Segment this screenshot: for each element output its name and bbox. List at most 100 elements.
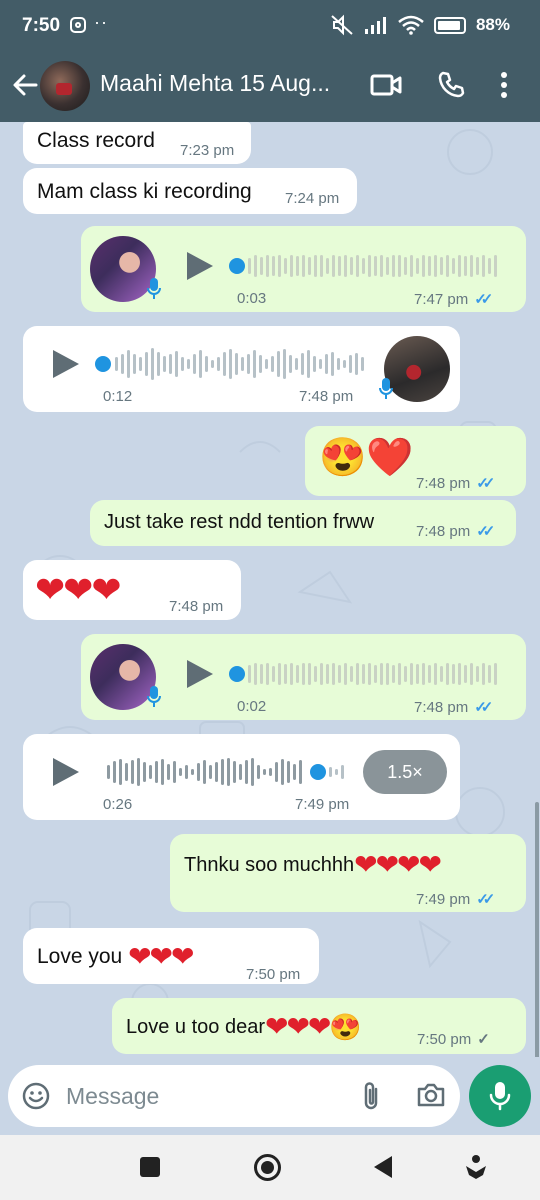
- read-receipt-icon: ✓✓: [474, 699, 493, 716]
- read-receipt-icon: ✓✓: [476, 523, 495, 540]
- contact-name[interactable]: Maahi Mehta 15 Aug...: [100, 70, 330, 97]
- voice-waveform[interactable]: [107, 755, 302, 789]
- recents-button[interactable]: [140, 1157, 160, 1177]
- voice-message-outgoing[interactable]: 0:02 7:48 pm ✓✓: [81, 634, 526, 720]
- voice-waveform[interactable]: [248, 249, 497, 283]
- phone-icon[interactable]: [436, 70, 466, 100]
- message-time: 7:49 pm ✓✓: [416, 890, 495, 909]
- voice-message-incoming[interactable]: 1.5× 0:26 7:49 pm: [23, 734, 460, 820]
- voice-message-incoming[interactable]: 0:12 7:48 pm: [23, 326, 460, 412]
- message-input[interactable]: Message: [66, 1083, 159, 1110]
- heart-emojis: ❤❤❤: [128, 941, 194, 972]
- microphone-icon: [147, 686, 161, 707]
- message-text: Class record: [37, 129, 155, 152]
- emoji-message: ❤❤❤: [35, 569, 121, 610]
- playback-speed-button[interactable]: 1.5×: [363, 750, 447, 794]
- playback-position[interactable]: [95, 356, 111, 372]
- timestamp: 7:50 pm: [417, 1030, 472, 1048]
- microphone-icon: [147, 278, 161, 299]
- voice-waveform-remaining[interactable]: [329, 755, 344, 789]
- battery-percent: 88%: [475, 15, 510, 34]
- message-time: 7:24 pm: [285, 190, 339, 207]
- message-time: 7:48 pm: [299, 388, 353, 405]
- message-incoming[interactable]: ❤❤❤ 7:48 pm: [23, 560, 241, 620]
- home-button[interactable]: [254, 1154, 281, 1181]
- message-incoming[interactable]: Class record 7:23 pm: [23, 122, 251, 164]
- playback-speed-label: 1.5×: [387, 761, 423, 782]
- playback-position[interactable]: [229, 666, 245, 682]
- status-bar: 7:50 ·· 88%: [0, 0, 540, 54]
- signal-icon: [364, 17, 386, 34]
- heart-emojis: ❤❤❤❤: [354, 849, 442, 880]
- message-incoming[interactable]: Love you ❤❤❤ 7:50 pm: [23, 928, 319, 984]
- playback-position[interactable]: [229, 258, 245, 274]
- read-receipt-icon: ✓✓: [474, 291, 493, 308]
- mute-icon: [331, 14, 353, 36]
- status-time: 7:50: [22, 15, 61, 36]
- message-outgoing[interactable]: Thnku soo muchhh❤❤❤❤ 7:49 pm ✓✓: [170, 834, 526, 912]
- more-vert-icon[interactable]: [500, 70, 508, 100]
- timestamp: 7:48 pm: [414, 698, 469, 716]
- paperclip-icon[interactable]: [358, 1081, 384, 1111]
- sender-avatar: [384, 336, 450, 402]
- message-text-content: Love you: [37, 945, 129, 968]
- message-text: Just take rest ndd tention frww: [104, 511, 375, 533]
- message-outgoing[interactable]: 😍❤️ 7:48 pm ✓✓: [305, 426, 526, 496]
- voice-duration: 0:12: [103, 388, 133, 405]
- timestamp: 7:48 pm: [169, 598, 224, 615]
- timestamp: 7:48 pm: [299, 388, 354, 405]
- message-outgoing[interactable]: Just take rest ndd tention frww 7:48 pm ✓…: [90, 500, 516, 546]
- read-receipt-icon: ✓✓: [476, 475, 495, 492]
- message-text: Mam class ki recording: [37, 180, 252, 203]
- voice-record-button[interactable]: [469, 1065, 531, 1127]
- message-time: 7:50 pm: [246, 966, 300, 983]
- voice-waveform[interactable]: [248, 657, 497, 691]
- heart-emojis: ❤❤❤: [265, 1011, 331, 1042]
- voice-duration: 0:02: [237, 698, 267, 715]
- emoji-icon[interactable]: [22, 1082, 50, 1110]
- timestamp: 7:24 pm: [285, 190, 340, 207]
- message-text-content: Love u too dear: [126, 1016, 265, 1038]
- emoji-message: 😍❤️: [319, 437, 414, 479]
- message-input-container[interactable]: Message: [8, 1065, 460, 1127]
- voice-message-outgoing[interactable]: 0:03 7:47 pm ✓✓: [81, 226, 526, 312]
- contact-avatar[interactable]: [40, 61, 90, 111]
- message-outgoing[interactable]: Love u too dear❤❤❤😍 7:50 pm ✓: [112, 998, 526, 1054]
- message-time: 7:49 pm: [295, 796, 349, 813]
- chat-conversation[interactable]: Class record 7:23 pm Mam class ki record…: [0, 122, 540, 1057]
- voice-duration: 0:03: [237, 290, 267, 307]
- microphone-icon: [379, 378, 393, 399]
- status-icons: 88%: [330, 14, 510, 36]
- composer-bar: Message: [0, 1057, 540, 1135]
- voice-waveform[interactable]: [115, 347, 364, 381]
- scrollbar[interactable]: [535, 802, 539, 1057]
- video-call-icon[interactable]: [370, 72, 402, 98]
- message-incoming[interactable]: Mam class ki recording 7:24 pm: [23, 168, 357, 214]
- playback-position[interactable]: [310, 764, 326, 780]
- play-button[interactable]: [187, 252, 213, 280]
- message-time: 7:23 pm: [180, 142, 234, 159]
- camera-icon[interactable]: [416, 1082, 446, 1108]
- message-time: 7:47 pm ✓✓: [414, 290, 493, 309]
- play-button[interactable]: [187, 660, 213, 688]
- timestamp: 7:49 pm: [416, 890, 471, 908]
- play-button[interactable]: [53, 758, 79, 786]
- arrow-left-icon[interactable]: [10, 70, 40, 100]
- message-time: 7:48 pm ✓✓: [416, 522, 495, 541]
- timestamp: 7:23 pm: [180, 142, 235, 159]
- more-notifications-icon: ··: [94, 12, 108, 32]
- system-nav-bar: [0, 1135, 540, 1200]
- microphone-icon: [489, 1082, 511, 1111]
- chat-header: Maahi Mehta 15 Aug...: [0, 54, 540, 122]
- message-time: 7:48 pm: [169, 598, 223, 615]
- assistant-icon[interactable]: [464, 1154, 488, 1180]
- sent-tick-icon: ✓: [477, 1031, 490, 1048]
- heart-eyes-emoji: 😍: [329, 1012, 362, 1042]
- message-text-content: Thnku soo muchhh: [184, 854, 355, 876]
- message-time: 7:48 pm ✓✓: [416, 474, 495, 493]
- timestamp: 7:48 pm: [416, 522, 471, 540]
- message-text: Love you ❤❤❤: [37, 940, 194, 973]
- back-button[interactable]: [374, 1156, 392, 1178]
- wifi-icon: [398, 15, 424, 35]
- play-button[interactable]: [53, 350, 79, 378]
